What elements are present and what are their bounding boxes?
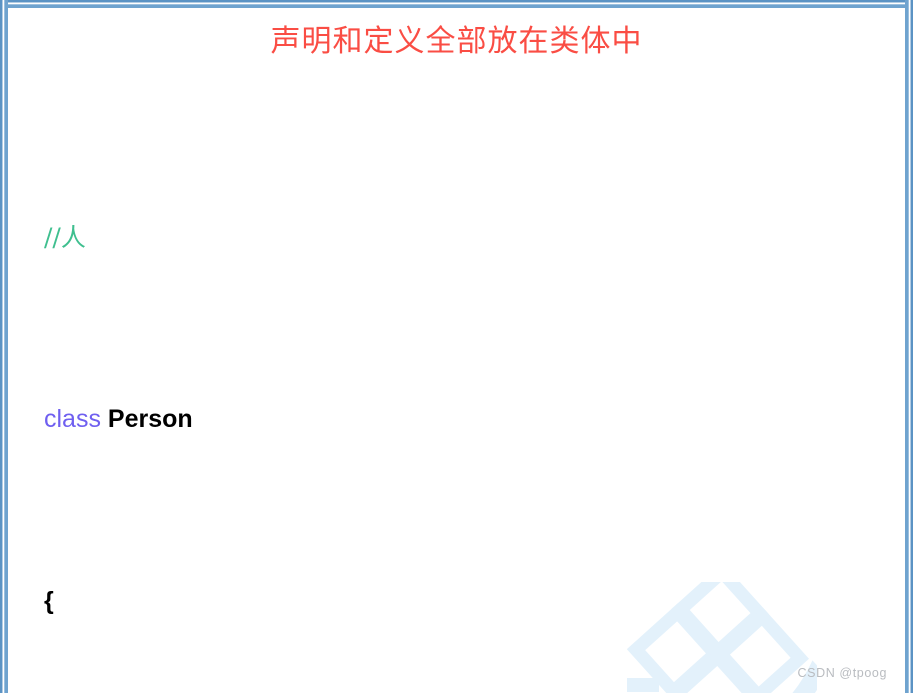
brace-open-class: {: [44, 586, 54, 615]
code-line-2: class Person: [44, 397, 894, 443]
slide-border-left: [0, 0, 8, 693]
identifier-person: Person: [107, 404, 193, 433]
keyword-class: class: [44, 404, 101, 433]
code-line-3: {: [44, 579, 894, 625]
code-block: //人 class Person { public: //显示基本信息 void…: [44, 78, 894, 693]
slide-border-right: [905, 0, 913, 693]
slide-canvas: CSDN @tpoog 声明和定义全部放在类体中 //人 class Perso…: [0, 0, 913, 693]
slide-border-top: [0, 0, 913, 8]
code-line-1: //人: [44, 215, 894, 261]
comment-person: //人: [44, 222, 86, 252]
page-title: 声明和定义全部放在类体中: [270, 24, 643, 59]
